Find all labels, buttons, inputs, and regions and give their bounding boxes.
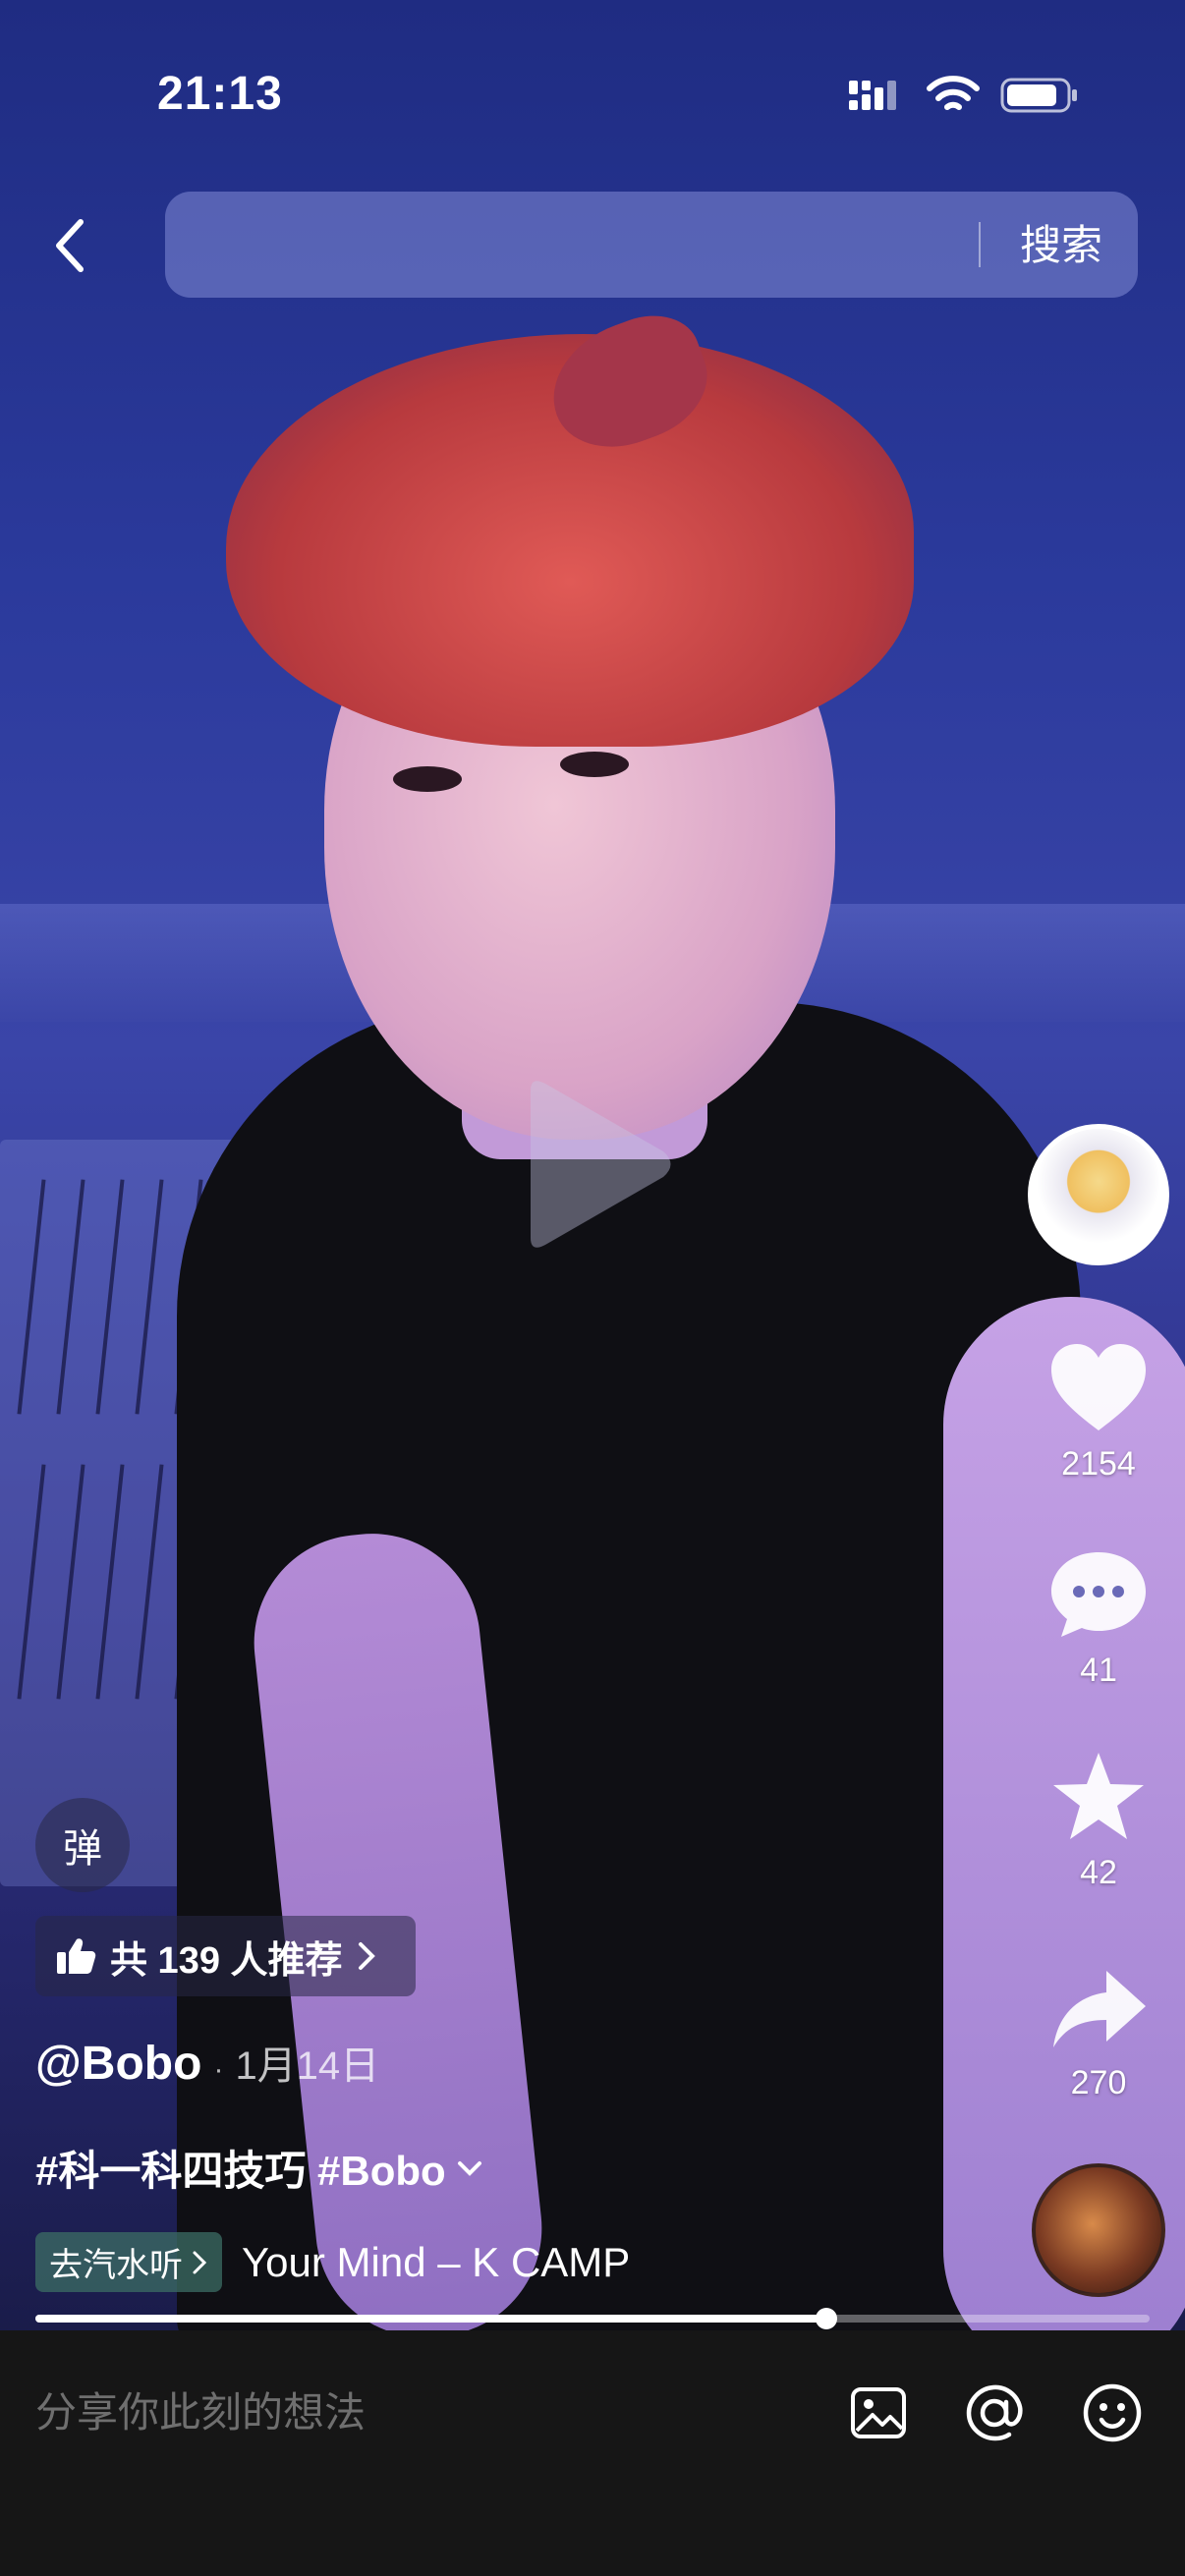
author-name[interactable]: @Bobo	[35, 2037, 201, 2091]
chevron-down-icon[interactable]	[456, 2158, 483, 2178]
status-time: 21:13	[157, 68, 283, 120]
author-line: @Bobo · 1月14日	[35, 2034, 379, 2091]
image-icon	[851, 2387, 906, 2438]
image-picker-button[interactable]	[843, 2378, 914, 2448]
recommend-label: 共 139 人推荐	[110, 1939, 343, 1982]
progress-knob[interactable]	[816, 2308, 838, 2329]
recommend-badge[interactable]: 共 139 人推荐	[35, 1916, 416, 1996]
share-button[interactable]: 270	[1042, 1965, 1156, 2102]
separator-dot: ·	[213, 2053, 224, 2086]
comment-bubble-icon	[1051, 1552, 1146, 1637]
cellular-signal-icon	[849, 81, 896, 110]
smiley-icon	[1083, 2383, 1142, 2442]
mention-button[interactable]	[959, 2378, 1030, 2448]
video-player-screen: 21:13 搜索 2154 41 42 270 弹 共 139 人推荐 @Bob…	[0, 0, 1185, 2576]
comment-input[interactable]: 分享你此刻的想法	[35, 2383, 782, 2442]
at-sign-icon	[966, 2384, 1023, 2441]
song-title[interactable]: Your Mind – K CAMP	[242, 2239, 630, 2286]
post-date: 1月14日	[235, 2044, 380, 2088]
play-icon[interactable]	[511, 1071, 678, 1258]
favorite-count: 42	[1080, 1854, 1117, 1891]
danmaku-toggle-button[interactable]: 弹	[35, 1798, 130, 1892]
music-disc[interactable]	[1032, 2163, 1165, 2297]
progress-fill	[35, 2315, 827, 2323]
share-arrow-icon	[1053, 1971, 1146, 2047]
comment-bar	[0, 2330, 1185, 2576]
like-count: 2154	[1061, 1445, 1136, 1483]
search-divider	[979, 222, 981, 267]
video-progress-bar[interactable]	[35, 2308, 1150, 2329]
search-button[interactable]: 搜索	[1002, 216, 1120, 275]
star-icon	[1053, 1753, 1144, 1839]
back-button[interactable]	[39, 206, 98, 285]
battery-icon	[1000, 78, 1077, 113]
chevron-right-icon	[358, 1942, 375, 1970]
post-tags[interactable]: #科一科四技巧 #Bobo	[35, 2138, 483, 2198]
favorite-button[interactable]: 42	[1042, 1749, 1156, 1892]
emoji-button[interactable]	[1077, 2378, 1148, 2448]
qishui-label: 去汽水听	[49, 2247, 183, 2284]
qishui-button[interactable]: 去汽水听	[35, 2232, 222, 2292]
heart-icon	[1051, 1344, 1146, 1430]
wifi-icon	[927, 76, 980, 110]
author-avatar[interactable]	[1028, 1124, 1169, 1265]
like-button[interactable]: 2154	[1042, 1340, 1156, 1484]
share-count: 270	[1070, 2064, 1127, 2101]
chevron-left-icon	[56, 219, 84, 272]
comment-button[interactable]: 41	[1042, 1546, 1156, 1690]
thumbs-up-icon	[57, 1938, 96, 1974]
tags-text[interactable]: #科一科四技巧 #Bobo	[35, 2138, 446, 2198]
chevron-right-icon	[193, 2251, 207, 2273]
music-line: 去汽水听 Your Mind – K CAMP	[35, 2232, 630, 2292]
danmaku-label: 弹	[63, 1827, 102, 1871]
search-input[interactable]	[165, 192, 1138, 298]
comment-count: 41	[1080, 1652, 1117, 1689]
